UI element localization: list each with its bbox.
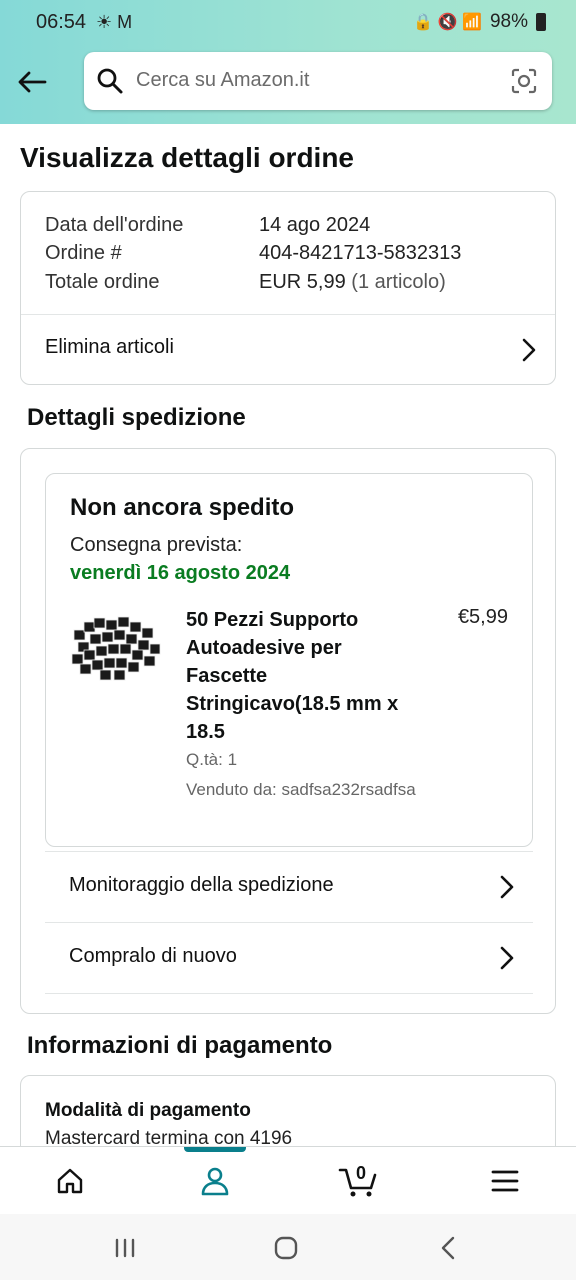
search-input[interactable]: Cerca su Amazon.it (84, 52, 552, 110)
back-arrow-icon[interactable] (14, 64, 50, 100)
status-bar: 06:54 ☀ M 🔒 🔇 📶 98% (0, 0, 576, 44)
order-number-label: Ordine # (45, 242, 122, 264)
payment-section-title: Informazioni di pagamento (27, 1032, 333, 1059)
order-total-label: Totale ordine (45, 271, 160, 293)
status-system-icons: 🔒 🔇 📶 (413, 14, 482, 31)
order-date-label: Data dell'ordine (45, 214, 184, 236)
battery-icon (536, 13, 546, 31)
camera-icon[interactable] (510, 67, 538, 100)
product-price: €5,99 (457, 606, 508, 628)
product-title[interactable]: 50 Pezzi Supporto Autoadesive per Fascet… (186, 606, 406, 746)
delivery-eta-date: venerdì 16 agosto 2024 (70, 562, 291, 584)
order-summary-card: Data dell'ordine 14 ago 2024 Ordine # 40… (20, 191, 556, 385)
menu-icon[interactable] (485, 1161, 525, 1201)
chevron-right-icon (521, 337, 537, 368)
delete-items-row[interactable]: Elimina articoli (21, 315, 555, 385)
order-item-count: (1 articolo) (351, 271, 446, 293)
delete-items-label: Elimina articoli (45, 336, 174, 358)
product-seller: Venduto da: sadfsa232rsadfsa (186, 780, 416, 799)
battery-level: 98% (489, 11, 528, 32)
app-header: Cerca su Amazon.it (0, 44, 576, 124)
search-placeholder: Cerca su Amazon.it (136, 69, 310, 91)
order-number-value: 404-8421713-5832313 (259, 242, 462, 264)
cart-count: 0 (356, 1163, 367, 1183)
payment-method-label: Modalità di pagamento (45, 1100, 251, 1121)
shipment-status: Non ancora spedito (70, 494, 295, 521)
divider (45, 993, 533, 994)
track-shipment-row[interactable]: Monitoraggio della spedizione (45, 852, 533, 922)
account-icon[interactable] (195, 1161, 235, 1201)
shipment-box: Non ancora spedito Consegna prevista: ve… (45, 473, 533, 847)
recent-apps-icon[interactable] (114, 1238, 136, 1263)
product-image[interactable] (70, 614, 162, 682)
system-nav-bar (0, 1214, 576, 1280)
page-title: Visualizza dettagli ordine (20, 142, 355, 173)
chevron-right-icon (499, 874, 515, 905)
back-button-icon[interactable] (440, 1236, 456, 1265)
home-icon[interactable] (50, 1161, 90, 1201)
chevron-right-icon (499, 945, 515, 976)
shipping-section-title: Dettagli spedizione (27, 404, 246, 431)
order-total-value: EUR 5,99 (259, 271, 346, 293)
buy-again-row[interactable]: Compralo di nuovo (45, 923, 533, 993)
track-shipment-label: Monitoraggio della spedizione (69, 874, 334, 896)
home-button-icon[interactable] (274, 1236, 298, 1265)
buy-again-label: Compralo di nuovo (69, 945, 237, 967)
delivery-eta-label: Consegna prevista: (70, 534, 243, 556)
search-icon (96, 67, 124, 100)
status-time: 06:54 (36, 11, 87, 33)
status-notification-icons: ☀ M (96, 12, 133, 32)
active-tab-indicator (184, 1147, 246, 1152)
bottom-nav: 0 (0, 1146, 576, 1215)
shipping-card: Non ancora spedito Consegna prevista: ve… (20, 448, 556, 1014)
product-quantity: Q.tà: 1 (186, 750, 238, 769)
order-date-value: 14 ago 2024 (259, 214, 371, 236)
